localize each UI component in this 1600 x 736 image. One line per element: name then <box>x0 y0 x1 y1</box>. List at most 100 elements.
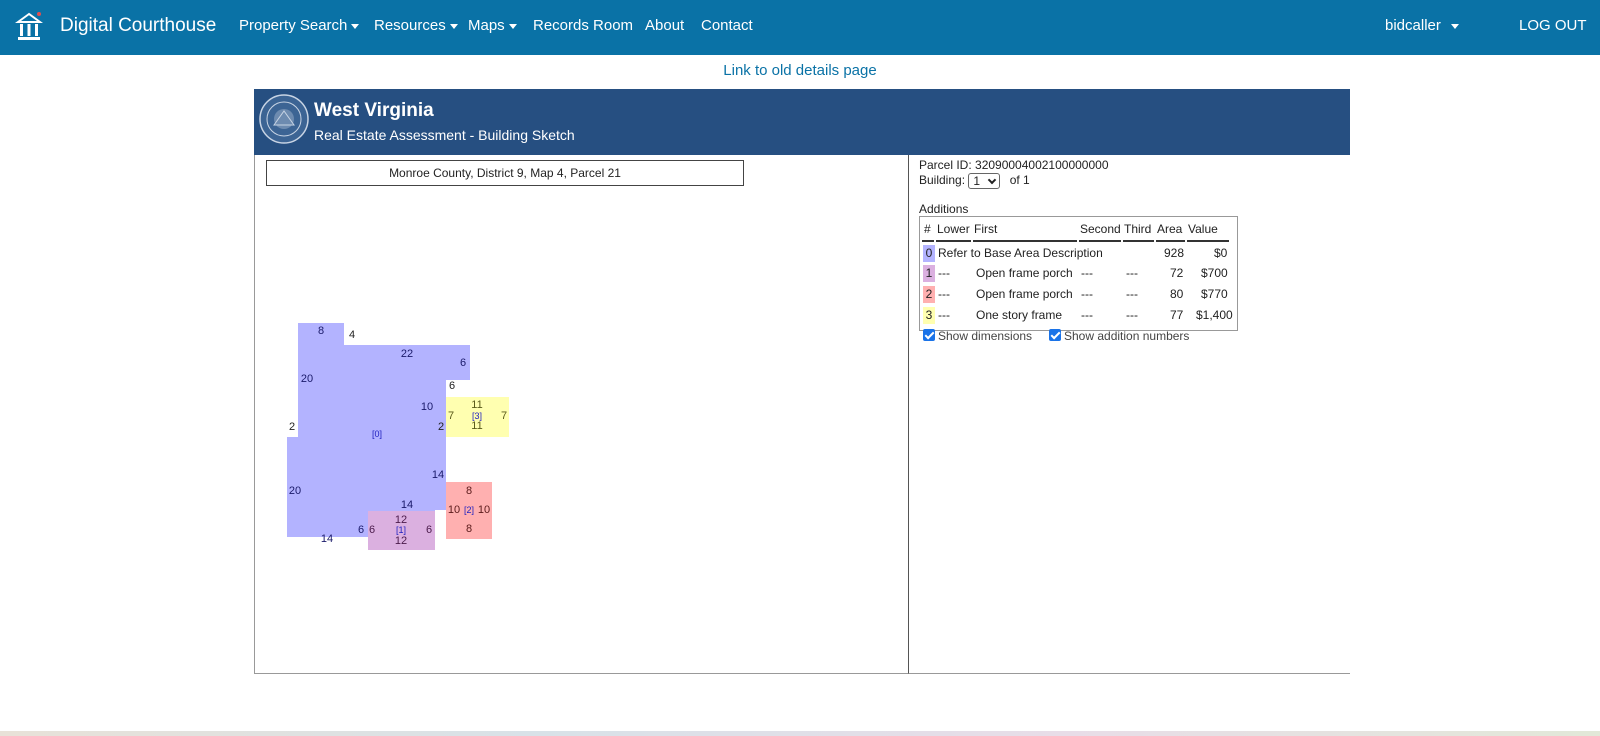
nav-resources[interactable]: Resources <box>374 17 458 34</box>
panel-title: West Virginia <box>314 100 434 121</box>
nav-property-search[interactable]: Property Search <box>239 17 360 34</box>
show-dimensions-checkbox[interactable] <box>923 329 935 341</box>
row-lower: --- <box>938 287 950 301</box>
header-rule <box>936 240 971 242</box>
dimension-label: 6 <box>460 357 466 369</box>
dimension-label: 10 <box>448 504 460 516</box>
chevron-down-icon <box>449 23 458 29</box>
dimension-label: 22 <box>401 348 413 360</box>
nav-about[interactable]: About <box>645 17 684 34</box>
row-lower: Refer to Base Area Description <box>938 246 1103 260</box>
addition-color-swatch: 2 <box>923 286 935 303</box>
dimension-label: 10 <box>421 401 433 413</box>
dimension-label: 2 <box>289 421 295 433</box>
logout-link[interactable]: LOG OUT <box>1519 17 1587 34</box>
row-value: $700 <box>1201 266 1228 280</box>
row-second: --- <box>1081 287 1093 301</box>
header-num: # <box>924 222 931 236</box>
addition-number-label: [3] <box>472 411 482 421</box>
user-menu[interactable]: bidcaller <box>1385 17 1459 34</box>
info-pane: Parcel ID: 32090004002100000000 Building… <box>909 155 1350 674</box>
dimension-label: 20 <box>301 373 313 385</box>
show-addition-numbers-label[interactable]: Show addition numbers <box>1064 329 1189 343</box>
row-second: --- <box>1081 308 1093 322</box>
building-count: of 1 <box>1009 173 1030 188</box>
header-lower: Lower <box>937 222 970 236</box>
dimension-label: 6 <box>426 524 432 536</box>
dimension-label: 6 <box>369 524 375 536</box>
dimension-label: 4 <box>349 329 355 341</box>
chevron-down-icon <box>351 23 360 29</box>
dimension-label: 6 <box>449 380 455 392</box>
chevron-down-icon <box>1450 23 1459 29</box>
addition-color-swatch: 3 <box>923 307 935 324</box>
panel-header: West Virginia Real Estate Assessment - B… <box>254 89 1350 155</box>
chevron-down-icon <box>508 23 517 29</box>
dimension-label: 8 <box>466 485 472 497</box>
header-rule <box>1123 240 1154 242</box>
header-rule <box>922 240 934 242</box>
courthouse-logo-icon[interactable] <box>15 11 43 41</box>
top-navbar: Digital Courthouse Property Search Resou… <box>0 0 1600 55</box>
header-second: Second <box>1080 222 1121 236</box>
header-value: Value <box>1188 222 1218 236</box>
row-lower: --- <box>938 308 950 322</box>
dimension-label: 14 <box>401 499 413 511</box>
parcel-id: Parcel ID: 32090004002100000000 <box>919 158 1109 172</box>
row-lower: --- <box>938 266 950 280</box>
additions-table: # Lower First Second Third Area Value 0 … <box>919 216 1238 331</box>
building-select[interactable]: 1 <box>968 173 1001 189</box>
dimension-label: 11 <box>471 420 482 432</box>
header-third: Third <box>1124 222 1152 236</box>
old-details-link: Link to old details page <box>0 62 1600 79</box>
dimension-label: 2 <box>438 421 444 433</box>
building-label: Building: <box>919 173 966 188</box>
nav-maps[interactable]: Maps <box>468 17 517 34</box>
row-first: Open frame porch <box>976 266 1073 280</box>
row-value: $770 <box>1201 287 1228 301</box>
row-first: Open frame porch <box>976 287 1073 301</box>
row-value: $1,400 <box>1196 308 1233 322</box>
row-second: --- <box>1081 266 1093 280</box>
dimension-label: 14 <box>432 469 444 481</box>
dimension-label: 8 <box>466 523 472 535</box>
show-dimensions-label[interactable]: Show dimensions <box>938 329 1032 343</box>
dimension-label: 12 <box>395 535 407 547</box>
dimension-label: 8 <box>318 325 324 337</box>
header-first: First <box>974 222 998 236</box>
header-area: Area <box>1157 222 1183 236</box>
row-first: One story frame <box>976 308 1063 322</box>
row-third: --- <box>1126 308 1138 322</box>
dimension-label: 6 <box>358 524 364 536</box>
dimension-label: 7 <box>501 410 507 422</box>
dimension-label: 20 <box>289 485 301 497</box>
nav-records-room[interactable]: Records Room <box>533 17 633 34</box>
addition-number-label: [2] <box>464 505 474 515</box>
nav-contact[interactable]: Contact <box>701 17 753 34</box>
old-details-link-text[interactable]: Link to old details page <box>723 62 876 79</box>
row-third: --- <box>1126 266 1138 280</box>
row-area: 928 <box>1164 246 1185 260</box>
row-value: $0 <box>1214 246 1228 260</box>
show-addition-numbers-checkbox[interactable] <box>1049 329 1061 341</box>
row-third: --- <box>1126 287 1138 301</box>
brand-name[interactable]: Digital Courthouse <box>60 15 216 37</box>
addition-number-label: [1] <box>396 525 406 535</box>
header-rule <box>973 240 1077 242</box>
addition-color-swatch: 0 <box>923 245 935 262</box>
header-rule <box>1079 240 1121 242</box>
building-sketch: 8 4 22 6 20 6 10 2 2 [0] 14 20 14 14 6 1… <box>287 323 509 550</box>
row-area: 80 <box>1170 287 1184 301</box>
dimension-label: 10 <box>478 504 490 516</box>
panel-subtitle: Real Estate Assessment - Building Sketch <box>314 127 575 143</box>
additions-label: Additions <box>919 202 969 216</box>
row-area: 77 <box>1170 308 1184 322</box>
dimension-label: 14 <box>321 533 333 545</box>
building-selector-row: Building: 1 of 1 <box>919 173 1030 189</box>
dimension-label: 7 <box>448 410 454 422</box>
header-rule <box>1156 240 1185 242</box>
dimension-label: 11 <box>471 399 482 411</box>
footer-bar <box>0 731 1600 736</box>
sketch-pane: Monroe County, District 9, Map 4, Parcel… <box>254 155 909 674</box>
chevron-down-icon <box>988 175 997 185</box>
